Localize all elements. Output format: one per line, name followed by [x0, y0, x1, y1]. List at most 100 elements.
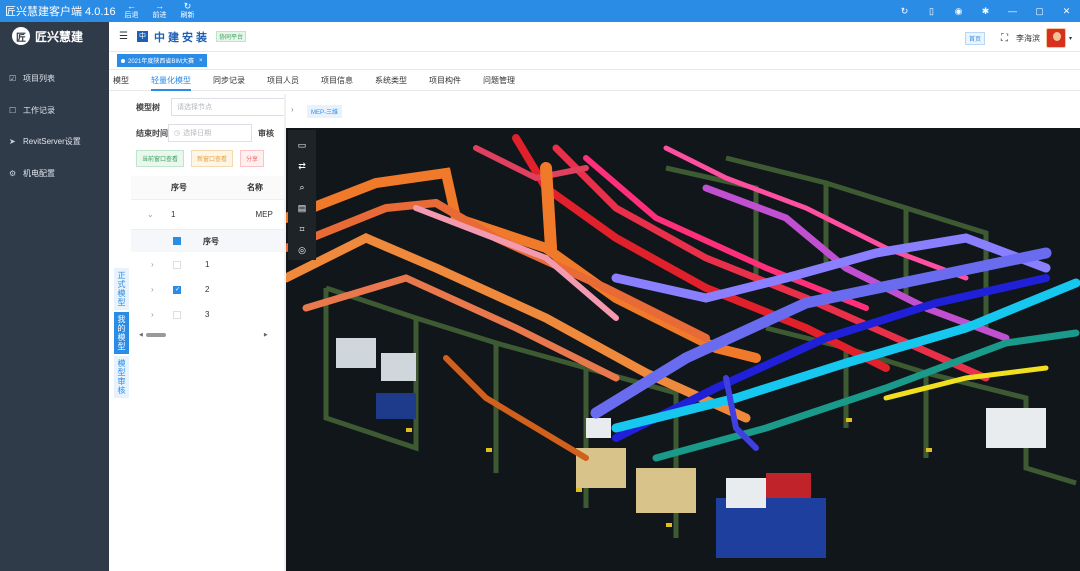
row-checkbox[interactable] [173, 310, 181, 319]
sidebar: 匠 匠兴慧建 ☑ 项目列表 ☐ 工作记录 ➤ RevitServer设置 ⚙ 机… [0, 22, 109, 571]
title-bar: 匠兴慧建客户端 4.0.16 ← 后退 → 前进 ↻ 刷新 ↻ ▯ ◉ ✱ — … [0, 0, 1080, 22]
table-row[interactable]: ⌄ 1 MEP [131, 200, 287, 230]
tab-model[interactable]: 模型 [113, 70, 129, 91]
home-button[interactable]: 首页 [964, 31, 985, 45]
sub-table-row[interactable]: › 1 [131, 252, 287, 277]
sidebar-item-work-log[interactable]: ☐ 工作记录 [0, 95, 109, 127]
project-tab[interactable]: 2021年度陕西省BIM大赛 × [117, 54, 207, 67]
sub-row-index: 1 [205, 260, 210, 269]
share-button[interactable]: 分享 [240, 149, 265, 167]
new-window-button[interactable]: 新窗口查看 [191, 149, 234, 167]
tab-project-info[interactable]: 项目信息 [321, 70, 353, 91]
row-name: MEP [255, 210, 273, 219]
sub-table-row[interactable]: › 2 [131, 277, 287, 302]
chevron-down-icon[interactable]: ⌄ [131, 210, 154, 219]
model-tree-filter: 模型树 请选择节点 [131, 94, 287, 120]
trash-icon[interactable]: ▯ [918, 6, 945, 17]
camera-icon[interactable]: ◉ [945, 6, 972, 17]
end-date-picker[interactable]: ◷ 选择日期 [168, 124, 252, 142]
gear-icon: ⚙ [9, 168, 17, 178]
tab-model-audit[interactable]: 模型审核 [114, 356, 129, 398]
sub-column-header-index: 序号 [203, 236, 219, 246]
sub-row-index: 2 [205, 285, 210, 294]
tab-issue-management[interactable]: 问题管理 [483, 70, 515, 91]
forward-arrow-icon: → [155, 1, 164, 11]
table-header: 序号 名称 [131, 176, 287, 200]
refresh-button[interactable]: ↻ 刷新 [174, 2, 201, 20]
back-button[interactable]: ← 后退 [118, 2, 145, 20]
swap-icon[interactable]: ⇄ [288, 156, 316, 177]
tab-project-members[interactable]: 项目人员 [267, 70, 299, 91]
menu-toggle-icon[interactable]: ☰ [119, 31, 131, 42]
send-icon: ➤ [9, 137, 16, 147]
crop-icon[interactable]: ⌗ [288, 219, 316, 240]
sub-row-index: 3 [205, 310, 210, 319]
model-viewport[interactable]: ▭ ⇄ ⌕ ▤ ⌗ ◎ [286, 128, 1080, 571]
user-name[interactable]: 李海滨 [1016, 33, 1040, 44]
scroll-left-icon[interactable]: ◀ [139, 332, 143, 338]
viewer-tool-strip: ▭ ⇄ ⌕ ▤ ⌗ ◎ [288, 130, 316, 260]
logo: 匠 匠兴慧建 [0, 22, 109, 50]
close-icon[interactable]: ✕ [1053, 6, 1080, 17]
tab-my-model[interactable]: 我的模型 [114, 312, 129, 354]
mep-model-render[interactable] [286, 128, 1080, 571]
minimize-icon[interactable]: — [999, 6, 1026, 16]
row-checkbox[interactable] [173, 260, 181, 269]
current-window-button[interactable]: 当前窗口查看 [136, 149, 185, 167]
chevron-right-icon[interactable]: › [131, 285, 154, 294]
audit-label: 审核 [258, 128, 274, 138]
clipboard-icon[interactable]: ▤ [288, 198, 316, 219]
chevron-right-icon[interactable]: › [131, 260, 154, 269]
model-tree-label: 模型树 [136, 102, 160, 112]
chevron-down-icon[interactable]: ▾ [1069, 35, 1072, 42]
forward-button[interactable]: → 前进 [146, 2, 173, 20]
logo-icon: 匠 [12, 27, 30, 45]
fullscreen-icon[interactable]: ⛶ [1001, 33, 1008, 44]
hide-icon[interactable]: ◎ [288, 240, 316, 261]
sync-icon[interactable]: ↻ [891, 6, 918, 17]
collapse-panel-icon[interactable]: › [291, 105, 301, 117]
settings-icon[interactable]: ✱ [972, 6, 999, 17]
module-menu: 模型 轻量化模型 同步记录 项目人员 项目信息 系统类型 项目构件 问题管理 [109, 70, 1080, 91]
sidebar-item-project-list[interactable]: ☑ 项目列表 [0, 63, 109, 95]
header: ☰ 中 中建安装 协同平台 首页 ⛶ 李海滨 ▾ [109, 22, 1080, 52]
avatar[interactable] [1045, 28, 1066, 48]
view-tag[interactable]: MEP-三维 [307, 104, 343, 118]
scroll-right-icon[interactable]: ▶ [264, 332, 268, 338]
tab-project-components[interactable]: 项目构件 [429, 70, 461, 91]
monitor-icon[interactable]: ▭ [288, 135, 316, 156]
select-all-checkbox[interactable] [173, 237, 181, 245]
refresh-icon: ↻ [183, 1, 192, 11]
main-area: ☰ 中 中建安装 协同平台 首页 ⛶ 李海滨 ▾ 2021年度陕西省BIM大赛 … [109, 22, 1080, 571]
tab-sync-records[interactable]: 同步记录 [213, 70, 245, 91]
sub-table-header: 序号 [131, 230, 287, 252]
end-time-filter: 结束时间 ◷ 选择日期 审核 [131, 120, 287, 146]
sidebar-item-revit-server[interactable]: ➤ RevitServer设置 [0, 126, 109, 158]
brand-logo-icon: 中 [137, 31, 148, 42]
sub-table-row[interactable]: › 3 [131, 302, 287, 327]
brand: 中 中建安装 协同平台 [137, 29, 247, 45]
tab-formal-model[interactable]: 正式模型 [114, 268, 129, 310]
brand-name: 中建安装 [154, 31, 210, 44]
horizontal-scrollbar[interactable]: ◀ ▶ [131, 329, 287, 341]
checkbox-list-icon: ☑ [9, 74, 17, 84]
scroll-thumb[interactable] [145, 333, 166, 337]
row-checkbox[interactable] [173, 285, 181, 294]
close-tab-icon[interactable]: × [199, 58, 203, 64]
tab-system-types[interactable]: 系统类型 [375, 70, 407, 91]
sidebar-item-mep-config[interactable]: ⚙ 机电配置 [0, 158, 109, 190]
app-title: 匠兴慧建客户端 4.0.16 [5, 6, 116, 18]
model-list-panel: 模型树 请选择节点 结束时间 ◷ 选择日期 审核 当前窗口查看 新窗口查看 分享… [131, 94, 287, 571]
zoom-icon[interactable]: ⌕ [288, 177, 316, 198]
column-header-name: 名称 [247, 183, 263, 192]
model-vertical-tabs: 正式模型 我的模型 模型审核 [114, 268, 129, 400]
viewer-toolbar: › MEP-三维 [286, 94, 1080, 128]
tab-lightweight-model[interactable]: 轻量化模型 [151, 70, 191, 91]
row-index: 1 [171, 210, 176, 219]
chevron-right-icon[interactable]: › [131, 310, 154, 319]
back-arrow-icon: ← [127, 1, 136, 11]
maximize-icon[interactable]: ▢ [1026, 6, 1053, 17]
model-tree-select[interactable]: 请选择节点 [171, 98, 286, 116]
view-actions: 当前窗口查看 新窗口查看 分享 [131, 146, 287, 170]
end-time-label: 结束时间 [136, 128, 168, 138]
